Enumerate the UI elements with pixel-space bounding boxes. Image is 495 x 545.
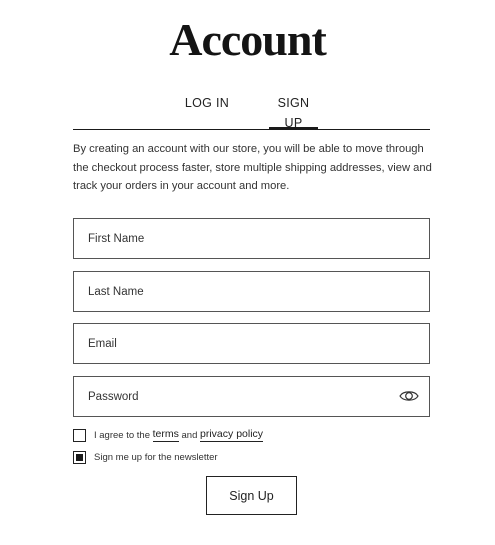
- eye-icon[interactable]: [399, 388, 419, 404]
- email-input[interactable]: [74, 324, 429, 363]
- page-title: Account: [169, 14, 327, 65]
- account-tabs: LOG IN SIGN UP: [73, 93, 430, 130]
- newsletter-checkbox[interactable]: [73, 450, 86, 464]
- password-input[interactable]: [74, 377, 429, 416]
- privacy-policy-link[interactable]: privacy policy: [200, 428, 264, 442]
- newsletter-label: Sign me up for the newsletter: [94, 451, 218, 463]
- terms-agreement-row: I agree to the terms and privacy policy: [73, 427, 264, 443]
- last-name-field: [73, 271, 430, 312]
- sign-up-button[interactable]: Sign Up: [206, 476, 297, 515]
- tab-log-in[interactable]: LOG IN: [181, 93, 233, 129]
- tab-sign-up[interactable]: SIGN UP: [269, 93, 318, 130]
- password-field: [73, 376, 430, 417]
- terms-middle-text: and: [178, 429, 201, 441]
- signup-intro-text: By creating an account with our store, y…: [73, 143, 432, 192]
- email-field: [73, 323, 430, 364]
- first-name-field: [73, 218, 430, 259]
- terms-prefix-text: I agree to the: [94, 429, 153, 441]
- last-name-input[interactable]: [74, 272, 429, 311]
- newsletter-row: Sign me up for the newsletter: [73, 449, 218, 465]
- terms-checkbox[interactable]: [73, 428, 86, 442]
- terms-link[interactable]: terms: [152, 428, 179, 442]
- first-name-input[interactable]: [74, 219, 429, 258]
